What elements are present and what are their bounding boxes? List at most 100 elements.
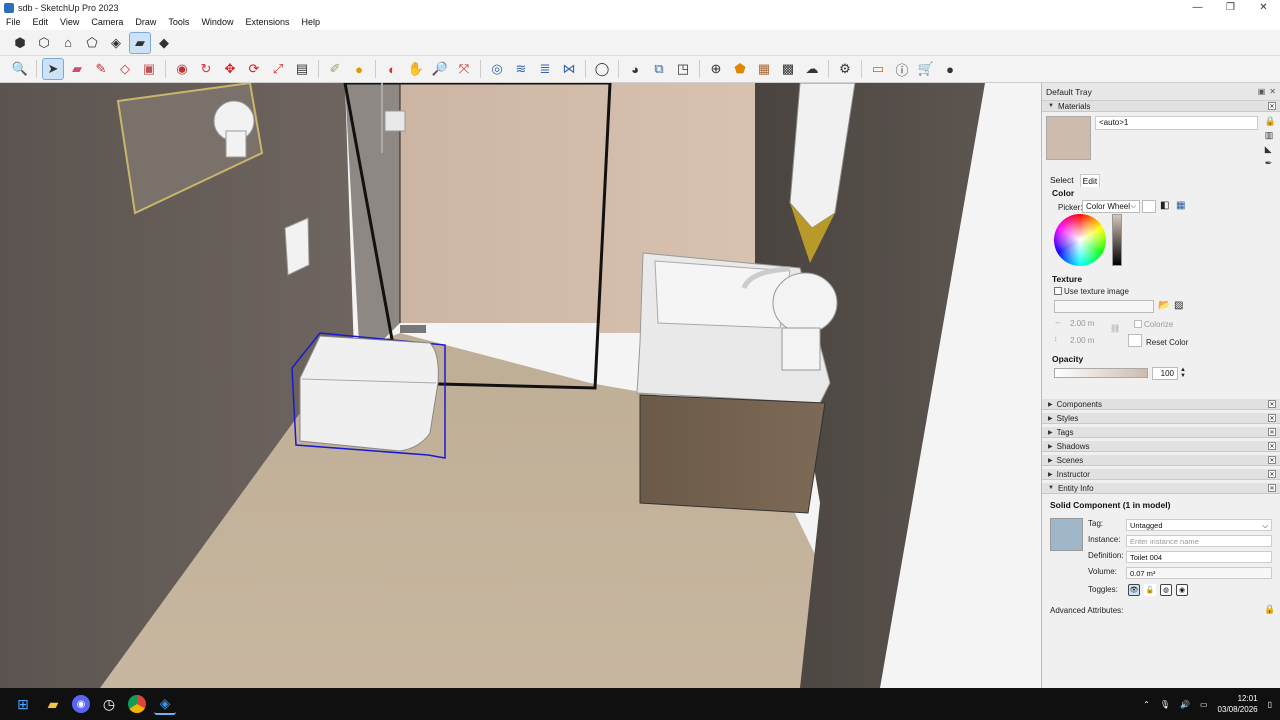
lock-toggle-icon[interactable]: 🔓	[1144, 584, 1156, 596]
close-icon[interactable]: ✕	[1269, 87, 1276, 96]
panel-entity-info-header[interactable]: ▼ Entity Info ✕	[1042, 483, 1280, 494]
close-panel-icon[interactable]: ✕	[1268, 400, 1276, 408]
match-color-screen-icon[interactable]: ▦	[1176, 200, 1185, 211]
top-view-icon[interactable]: ⬡	[34, 33, 54, 53]
reset-color-label[interactable]: Reset Color	[1146, 338, 1188, 347]
pin-icon[interactable]: ▣	[1258, 87, 1266, 96]
maximize-button[interactable]: ❐	[1214, 0, 1247, 15]
brightness-slider[interactable]	[1112, 214, 1122, 266]
menu-view[interactable]: View	[54, 17, 85, 27]
speaker-icon[interactable]: 🔊	[1180, 700, 1190, 709]
lock-icon[interactable]: 🔒	[1265, 116, 1276, 127]
visible-toggle-icon[interactable]: 👁	[1128, 584, 1140, 596]
microphone-icon[interactable]: 🎙	[1160, 700, 1170, 709]
colorize-checkbox[interactable]	[1134, 320, 1142, 328]
panel-materials-header[interactable]: ▼ Materials ✕	[1042, 101, 1280, 112]
windows-start-icon[interactable]: ⊞	[12, 693, 34, 715]
model-viewport[interactable]	[0, 83, 1041, 688]
file-explorer-icon[interactable]: ▰	[42, 693, 64, 715]
picker-select[interactable]: Color Wheel ⌵	[1082, 200, 1140, 213]
color-preview-box[interactable]	[1142, 200, 1156, 213]
tag-select[interactable]: Untagged ⌵	[1126, 519, 1272, 531]
pencil-icon[interactable]: ✎	[91, 59, 111, 79]
tape-measure-icon[interactable]: ▤	[292, 59, 312, 79]
menu-edit[interactable]: Edit	[27, 17, 55, 27]
close-panel-icon[interactable]: ✕	[1268, 414, 1276, 422]
offset-icon[interactable]: ◉	[172, 59, 192, 79]
close-panel-icon[interactable]: ✕	[1268, 442, 1276, 450]
system-clock[interactable]: 12:01 03/08/2026	[1218, 693, 1258, 715]
battery-icon[interactable]: ▭	[1200, 700, 1208, 709]
menu-file[interactable]: File	[0, 17, 27, 27]
dimension-icon[interactable]: ✐	[325, 59, 345, 79]
front-view-icon[interactable]: ⌂	[58, 33, 78, 53]
material-name-field[interactable]: <auto>1	[1095, 116, 1258, 130]
solid-union-icon[interactable]: ◕	[625, 59, 645, 79]
select-arrow-icon[interactable]: ➤	[42, 58, 64, 80]
menu-window[interactable]: Window	[195, 17, 239, 27]
add-icon[interactable]: ⊕	[706, 59, 726, 79]
panel-scenes-header[interactable]: ▶ Scenes ✕	[1042, 455, 1280, 466]
chevron-up-icon[interactable]: ⌃	[1143, 700, 1150, 709]
panel-tags-header[interactable]: ▶ Tags ✕	[1042, 427, 1280, 438]
definition-field[interactable]: Toilet 004	[1126, 551, 1272, 563]
push-pull-icon[interactable]: ▣	[139, 59, 159, 79]
sandbox-drape-icon[interactable]: ≣	[535, 59, 555, 79]
menu-tools[interactable]: Tools	[162, 17, 195, 27]
close-button[interactable]: ✕	[1247, 0, 1280, 15]
link-aspect-icon[interactable]: ⛓	[1110, 324, 1120, 333]
pan-icon[interactable]: ✋	[406, 59, 426, 79]
tab-edit[interactable]: Edit	[1079, 174, 1101, 187]
eraser-icon[interactable]: ▰	[67, 59, 87, 79]
rotate-icon[interactable]: ⟳	[244, 59, 264, 79]
use-texture-checkbox[interactable]	[1054, 287, 1062, 295]
default-material-icon[interactable]: ◣	[1265, 144, 1276, 155]
user-icon[interactable]: ◯	[592, 59, 612, 79]
panel-instructor-header[interactable]: ▶ Instructor ✕	[1042, 469, 1280, 480]
reset-color-swatch[interactable]	[1128, 334, 1142, 347]
account-icon[interactable]: ●	[940, 59, 960, 79]
shapes-icon[interactable]: ◇	[115, 59, 135, 79]
minimize-button[interactable]: —	[1181, 0, 1214, 15]
texture-path-field[interactable]	[1054, 300, 1154, 313]
receive-shadows-toggle-icon[interactable]: ◉	[1176, 584, 1188, 596]
sandbox-flip-icon[interactable]: ⋈	[559, 59, 579, 79]
sandbox-smoove-icon[interactable]: ◎	[487, 59, 507, 79]
close-panel-icon[interactable]: ✕	[1268, 484, 1276, 492]
menu-camera[interactable]: Camera	[85, 17, 129, 27]
bottom-view-icon[interactable]: ◆	[154, 33, 174, 53]
chrome-icon[interactable]	[128, 695, 146, 713]
close-panel-icon[interactable]: ✕	[1268, 102, 1276, 110]
warehouse-icon[interactable]: ⬟	[730, 59, 750, 79]
left-view-icon[interactable]: ▰	[129, 31, 151, 54]
zoom-icon[interactable]: 🔎	[430, 59, 450, 79]
opacity-spinner-icon[interactable]: ▲ ▼	[1180, 367, 1186, 379]
create-material-icon[interactable]: ▥	[1265, 130, 1276, 141]
match-color-model-icon[interactable]: ◧	[1160, 200, 1169, 211]
cart-icon[interactable]: 🛒	[916, 59, 936, 79]
opacity-slider[interactable]	[1054, 368, 1148, 378]
solid-subtract-icon[interactable]: ◳	[673, 59, 693, 79]
gear-icon[interactable]: ⚙	[835, 59, 855, 79]
close-panel-icon[interactable]: ✕	[1268, 428, 1276, 436]
iso-view-icon[interactable]: ⬢	[10, 33, 30, 53]
cloud-icon[interactable]: ☁	[802, 59, 822, 79]
close-panel-icon[interactable]: ✕	[1268, 456, 1276, 464]
back-view-icon[interactable]: ◈	[106, 33, 126, 53]
material-swatch[interactable]	[1046, 116, 1091, 160]
eyedropper-icon[interactable]: ✒	[1265, 158, 1276, 169]
browse-folder-icon[interactable]: 📂	[1158, 300, 1170, 311]
orbit-icon[interactable]: ◐	[382, 59, 402, 79]
instance-name-field[interactable]: Enter instance name	[1126, 535, 1272, 547]
color-wheel[interactable]	[1054, 214, 1106, 266]
sketchup-taskbar-icon[interactable]: ◈	[154, 693, 176, 715]
follow-me-icon[interactable]: ↻	[196, 59, 216, 79]
edit-texture-icon[interactable]: ▨	[1174, 300, 1183, 311]
move-icon[interactable]: ✥	[220, 59, 240, 79]
tab-select[interactable]: Select	[1048, 174, 1076, 187]
panel-styles-header[interactable]: ▶ Styles ✕	[1042, 413, 1280, 424]
opacity-value-field[interactable]: 100	[1152, 367, 1178, 380]
menu-draw[interactable]: Draw	[129, 17, 162, 27]
solid-outer-shell-icon[interactable]: ⧉	[649, 59, 669, 79]
close-panel-icon[interactable]: ✕	[1268, 470, 1276, 478]
